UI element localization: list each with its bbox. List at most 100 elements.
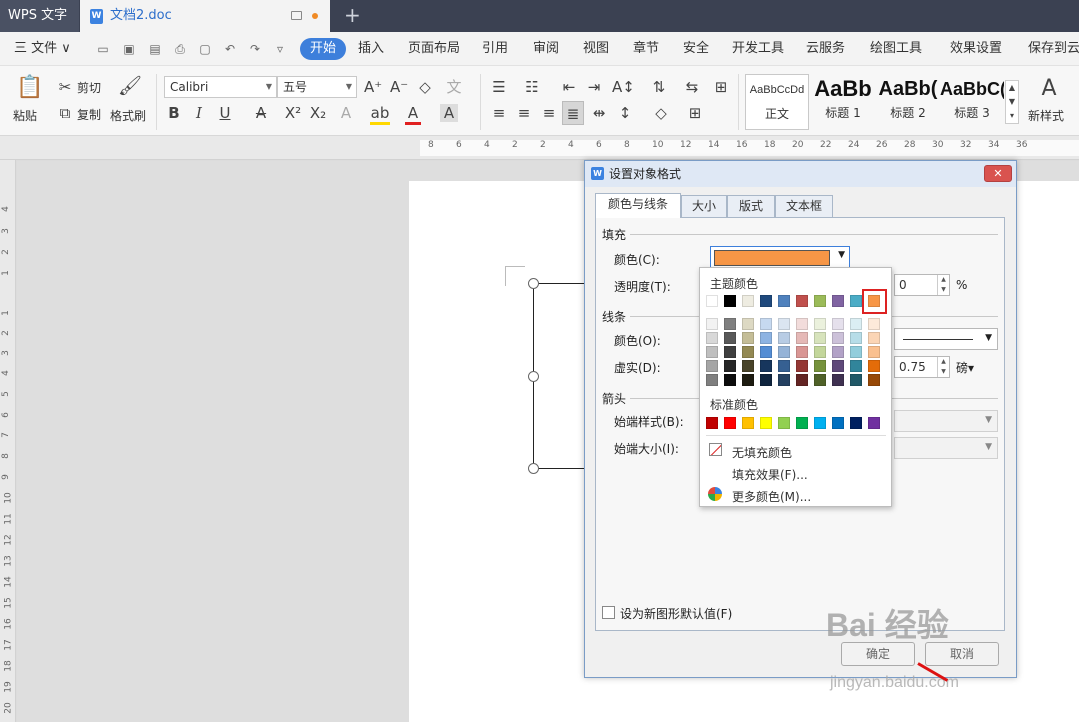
standard-color-swatch[interactable] bbox=[706, 417, 718, 429]
text-direction-icon[interactable]: A↕ bbox=[612, 78, 635, 96]
theme-shade-swatch[interactable] bbox=[850, 332, 862, 344]
increase-indent-icon[interactable]: ⇥ bbox=[585, 78, 603, 96]
document-tab[interactable]: W 文档2.doc bbox=[80, 0, 330, 32]
line-weight-input[interactable]: 0.75 ▲ ▼ bbox=[894, 356, 950, 378]
theme-shade-swatch[interactable] bbox=[778, 332, 790, 344]
dialog-title-bar[interactable]: W 设置对象格式 bbox=[585, 161, 1016, 187]
char-shading-icon[interactable]: A bbox=[440, 104, 458, 122]
standard-color-swatch[interactable] bbox=[814, 417, 826, 429]
theme-shade-swatch[interactable] bbox=[742, 346, 754, 358]
strikethrough-icon[interactable]: A bbox=[252, 104, 270, 122]
bold-icon[interactable]: B bbox=[166, 104, 182, 122]
theme-shade-swatch[interactable] bbox=[760, 332, 772, 344]
theme-shade-swatch[interactable] bbox=[760, 374, 772, 386]
monitor-icon[interactable] bbox=[291, 11, 302, 20]
menu-start[interactable]: 开始 bbox=[300, 38, 347, 60]
theme-shade-swatch[interactable] bbox=[778, 374, 790, 386]
theme-shade-swatch[interactable] bbox=[706, 360, 718, 372]
file-menu[interactable]: 三 文件 ∨ bbox=[14, 32, 71, 66]
theme-shade-swatch[interactable] bbox=[760, 318, 772, 330]
borders-icon[interactable]: ⊞ bbox=[686, 104, 704, 122]
menu-effects[interactable]: 效果设置 bbox=[950, 32, 1002, 66]
theme-shade-swatch[interactable] bbox=[832, 346, 844, 358]
new-style-icon[interactable]: A bbox=[1036, 76, 1062, 102]
shrink-font-icon[interactable]: A⁻ bbox=[390, 78, 408, 96]
theme-shade-swatch[interactable] bbox=[724, 332, 736, 344]
align-left-icon[interactable]: ≡ bbox=[490, 104, 508, 122]
styles-scroll-icon[interactable]: ▲ ▼ ▾ bbox=[1005, 80, 1019, 124]
theme-shade-swatch[interactable] bbox=[724, 374, 736, 386]
theme-shade-swatch[interactable] bbox=[868, 318, 880, 330]
new-style-button[interactable]: 新样式 bbox=[1028, 107, 1064, 124]
resize-handle[interactable] bbox=[528, 278, 539, 289]
fill-effects-option[interactable]: 填充效果(F)... bbox=[732, 466, 808, 483]
default-checkbox[interactable] bbox=[602, 606, 615, 619]
paste-button[interactable]: 粘贴 bbox=[13, 107, 37, 124]
save-icon[interactable]: ▣ bbox=[122, 42, 136, 56]
cut-button[interactable]: 剪切 bbox=[77, 79, 101, 96]
no-fill-option[interactable]: 无填充颜色 bbox=[732, 444, 792, 461]
theme-shade-swatch[interactable] bbox=[742, 318, 754, 330]
print-icon[interactable]: ⎙ bbox=[173, 42, 187, 56]
shading-icon[interactable]: ◇ bbox=[652, 104, 670, 122]
theme-shade-swatch[interactable] bbox=[706, 346, 718, 358]
theme-shade-swatch[interactable] bbox=[742, 360, 754, 372]
underline-icon[interactable]: U bbox=[216, 104, 234, 122]
theme-color-swatch[interactable] bbox=[868, 295, 880, 307]
theme-shade-swatch[interactable] bbox=[850, 374, 862, 386]
horizontal-ruler[interactable]: 8 6 4 2 2 4 6 8 10 12 14 16 18 20 22 24 26 28 30 32 34 36 bbox=[0, 136, 1079, 160]
theme-shade-swatch[interactable] bbox=[814, 318, 826, 330]
vertical-ruler[interactable]: 4 3 2 1 1 2 3 4 5 6 7 8 9 10 11 12 13 14 15 16 17 18 19 20 bbox=[0, 160, 16, 722]
theme-color-swatch[interactable] bbox=[832, 295, 844, 307]
font-color-icon[interactable]: A bbox=[405, 104, 421, 125]
theme-color-swatch[interactable] bbox=[760, 295, 772, 307]
theme-color-swatch[interactable] bbox=[778, 295, 790, 307]
menu-developer[interactable]: 开发工具 bbox=[732, 32, 784, 66]
line-spacing-icon[interactable]: ↕ bbox=[616, 104, 634, 122]
highlight-icon[interactable]: ab bbox=[370, 104, 390, 125]
menu-save-cloud[interactable]: 保存到云 bbox=[1028, 32, 1079, 66]
theme-shade-swatch[interactable] bbox=[850, 318, 862, 330]
align-center-icon[interactable]: ≡ bbox=[515, 104, 533, 122]
menu-cloud[interactable]: 云服务 bbox=[806, 32, 845, 66]
theme-shade-swatch[interactable] bbox=[760, 346, 772, 358]
theme-shade-swatch[interactable] bbox=[724, 318, 736, 330]
font-name-select[interactable]: Calibri ▼ bbox=[164, 76, 277, 98]
standard-color-swatch[interactable] bbox=[796, 417, 808, 429]
chinese-layout-icon[interactable]: ⊞ bbox=[712, 78, 730, 96]
theme-shade-swatch[interactable] bbox=[796, 346, 808, 358]
copy-button[interactable]: 复制 bbox=[77, 106, 101, 123]
standard-color-swatch[interactable] bbox=[868, 417, 880, 429]
customize-icon[interactable]: ▿ bbox=[273, 42, 287, 56]
theme-shade-swatch[interactable] bbox=[724, 346, 736, 358]
new-tab-button[interactable]: + bbox=[344, 3, 361, 27]
begin-size-dropdown[interactable]: ▼ bbox=[894, 437, 998, 459]
theme-shade-swatch[interactable] bbox=[868, 332, 880, 344]
theme-shade-swatch[interactable] bbox=[832, 374, 844, 386]
distribute-icon[interactable]: ⇹ bbox=[590, 104, 608, 122]
undo-icon[interactable]: ↶ bbox=[223, 42, 237, 56]
menu-drawing-tools[interactable]: 绘图工具 bbox=[870, 32, 922, 66]
resize-handle[interactable] bbox=[528, 371, 539, 382]
theme-shade-swatch[interactable] bbox=[742, 332, 754, 344]
theme-color-swatch[interactable] bbox=[814, 295, 826, 307]
open-icon[interactable]: ▭ bbox=[96, 42, 110, 56]
app-tab[interactable]: WPS 文字 bbox=[0, 0, 79, 32]
theme-shade-swatch[interactable] bbox=[832, 360, 844, 372]
tab-textbox[interactable]: 文本框 bbox=[775, 195, 833, 217]
theme-color-swatch[interactable] bbox=[796, 295, 808, 307]
bullets-icon[interactable]: ☰ bbox=[490, 78, 508, 96]
standard-color-swatch[interactable] bbox=[724, 417, 736, 429]
spinner-icon[interactable]: ▲ ▼ bbox=[937, 357, 949, 377]
theme-shade-swatch[interactable] bbox=[778, 360, 790, 372]
numbering-icon[interactable]: ☷ bbox=[523, 78, 541, 96]
phonetic-icon[interactable]: 文 bbox=[442, 78, 466, 96]
format-painter-button[interactable]: 格式刷 bbox=[110, 107, 146, 124]
theme-shade-swatch[interactable] bbox=[868, 346, 880, 358]
theme-shade-swatch[interactable] bbox=[796, 360, 808, 372]
tab-layout[interactable]: 版式 bbox=[727, 195, 775, 217]
menu-view[interactable]: 视图 bbox=[583, 32, 609, 66]
theme-shade-swatch[interactable] bbox=[814, 332, 826, 344]
theme-shade-swatch[interactable] bbox=[868, 360, 880, 372]
subscript-icon[interactable]: X₂ bbox=[309, 104, 327, 122]
